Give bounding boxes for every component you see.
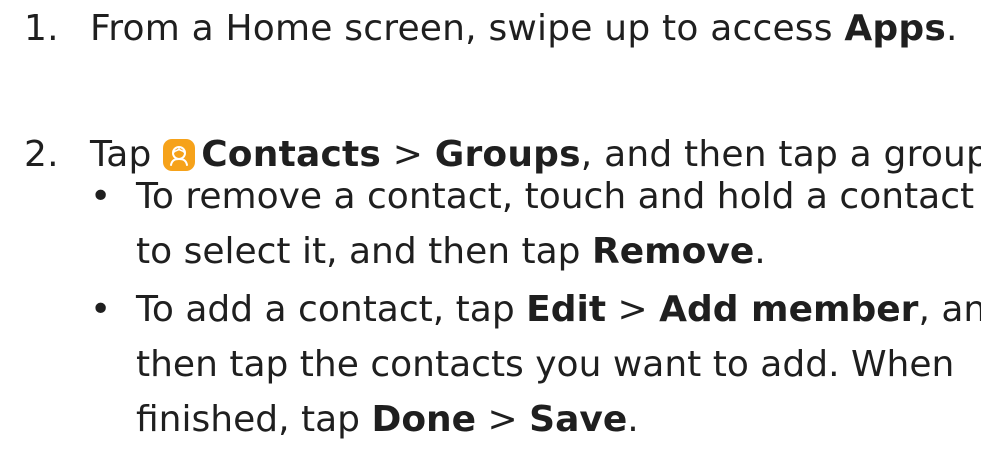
bullet-line-end: . xyxy=(627,399,639,440)
bullet-text: To add a contact, tap Edit > Add member,… xyxy=(136,282,981,447)
step-text: From a Home screen, swipe up to access A… xyxy=(90,6,958,52)
done-label: Done xyxy=(371,399,477,440)
bullet-text: To remove a contact, touch and hold a co… xyxy=(136,169,974,279)
bullet-line-end: , and xyxy=(918,289,981,330)
bullet-line: finished, tap Done > Save. xyxy=(136,392,981,447)
save-label: Save xyxy=(529,399,628,440)
contacts-app-icon xyxy=(163,139,196,171)
bullet-line-text: To add a contact, tap xyxy=(136,289,527,330)
instruction-page: 1. From a Home screen, swipe up to acces… xyxy=(0,0,981,469)
step-number: 2. xyxy=(24,134,59,175)
bullet-line-text: finished, tap xyxy=(136,399,372,440)
bullet-line-text: to select it, and then tap xyxy=(136,231,592,272)
path-separator: > xyxy=(476,399,530,440)
bullet-line: To add a contact, tap Edit > Add member,… xyxy=(136,282,981,337)
bullet-marker: • xyxy=(90,289,112,330)
step-number: 1. xyxy=(24,8,59,49)
bullet-line: to select it, and then tap Remove. xyxy=(136,224,974,279)
apps-label: Apps xyxy=(844,8,946,49)
remove-label: Remove xyxy=(591,231,755,272)
bullet-line: To remove a contact, touch and hold a co… xyxy=(136,176,975,217)
step-text-end: . xyxy=(945,8,958,49)
edit-label: Edit xyxy=(526,289,607,330)
bullet-line-end: . xyxy=(754,231,766,272)
step-text-plain: From a Home screen, swipe up to access xyxy=(90,8,845,49)
bullet-marker: • xyxy=(90,176,112,217)
add-member-label: Add member xyxy=(659,289,919,330)
path-separator: > xyxy=(606,289,660,330)
bullet-line: then tap the contacts you want to add. W… xyxy=(136,344,955,385)
